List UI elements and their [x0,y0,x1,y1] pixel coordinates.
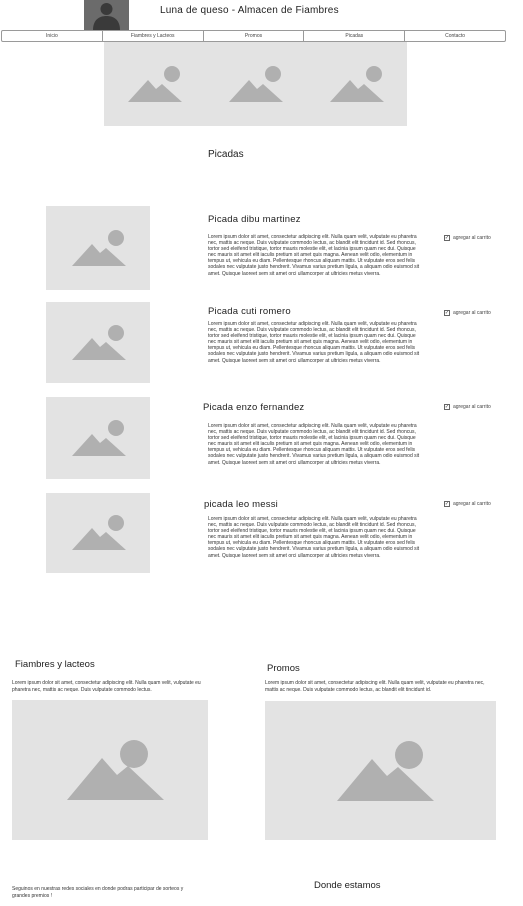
product-image [46,493,150,573]
promos-title: Promos [267,663,300,674]
image-placeholder-icon [72,230,126,266]
site-title: Luna de queso - Almacen de Fiambres [160,5,339,16]
fiambres-title: Fiambres y lacteos [15,659,95,670]
nav-item-picadas[interactable]: Picadas [304,31,406,41]
add-to-cart-label: agregar al carrito [453,404,491,410]
product-title: Picada enzo fernandez [203,402,305,413]
avatar [84,0,129,30]
product-title: picada leo messi [204,499,278,510]
social-text: Seguinos en nuestras redes sociales en d… [12,886,184,899]
location-title: Donde estamos [314,880,381,891]
image-placeholder-icon [72,420,126,456]
product-description: Lorem ipsum dolor sit amet, consectetur … [208,516,420,559]
fiambres-image [12,700,208,840]
nav-item-contacto[interactable]: Contacto [405,31,505,41]
product-title: Picada dibu martinez [208,214,301,225]
nav-item-promos[interactable]: Promos [204,31,305,41]
add-to-cart-label: agregar al carrito [453,501,491,507]
checkbox-icon[interactable]: ✓ [444,404,450,410]
product-description: Lorem ipsum dolor sit amet, consectetur … [208,423,420,466]
product-description: Lorem ipsum dolor sit amet, consectetur … [208,234,420,277]
checkbox-icon[interactable]: ✓ [444,501,450,507]
product-image [46,397,150,479]
nav-item-inicio[interactable]: Inicio [2,31,103,41]
image-placeholder-icon [330,66,384,102]
hero-image-3 [306,42,407,126]
add-to-cart[interactable]: ✓ agregar al carrito [444,404,491,410]
nav-item-fiambres[interactable]: Fiambres y Lacteos [103,31,204,41]
product-image [46,206,150,290]
promos-text: Lorem ipsum dolor sit amet, consectetur … [265,680,485,693]
add-to-cart-label: agregar al carrito [453,235,491,241]
hero-image-1 [104,42,205,126]
image-placeholder-icon [72,515,126,550]
product-description: Lorem ipsum dolor sit amet, consectetur … [208,321,420,364]
main-nav: Inicio Fiambres y Lacteos Promos Picadas… [1,30,506,42]
checkbox-icon[interactable]: ✓ [444,310,450,316]
product-title: Picada cuti romero [208,306,291,317]
image-placeholder-icon [229,66,283,102]
user-silhouette-icon [93,3,120,30]
picadas-section-title: Picadas [208,149,244,160]
add-to-cart[interactable]: ✓ agregar al carrito [444,501,491,507]
image-placeholder-icon [337,741,434,801]
product-image [46,302,150,383]
add-to-cart[interactable]: ✓ agregar al carrito [444,310,491,316]
hero-image-2 [205,42,306,126]
image-placeholder-icon [128,66,182,102]
add-to-cart-label: agregar al carrito [453,310,491,316]
add-to-cart[interactable]: ✓ agregar al carrito [444,235,491,241]
image-placeholder-icon [72,325,126,360]
fiambres-text: Lorem ipsum dolor sit amet, consectetur … [12,680,201,693]
image-placeholder-icon [67,740,164,800]
checkbox-icon[interactable]: ✓ [444,235,450,241]
promos-image [265,701,496,840]
